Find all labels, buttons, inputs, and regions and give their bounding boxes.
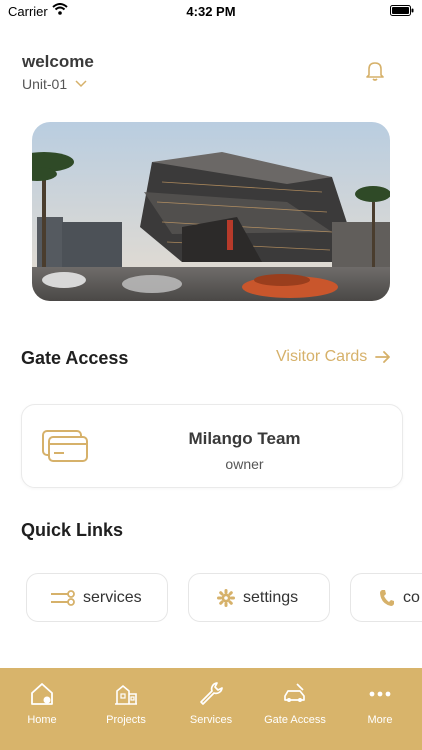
projects-icon [115, 684, 137, 705]
hero-image [32, 122, 390, 301]
nav-more-label: More [367, 714, 393, 726]
visitor-cards-link[interactable]: Visitor Cards [276, 348, 391, 366]
battery-icon [390, 5, 414, 16]
chevron-down-icon [75, 80, 87, 88]
nav-home[interactable]: Home [0, 680, 84, 726]
gate-access-title: Gate Access [21, 348, 129, 368]
arrow-right-icon [375, 351, 391, 363]
visitor-cards-label: Visitor Cards [276, 348, 368, 365]
nav-home-label: Home [27, 714, 57, 726]
quick-link-contact-label: co [403, 588, 420, 606]
tools-icon [51, 589, 75, 606]
quick-link-settings[interactable]: settings [188, 573, 330, 622]
card-holder-name: Milango Team [188, 429, 301, 448]
card-holder-role: owner [225, 456, 264, 472]
quick-link-services[interactable]: services [26, 573, 168, 622]
unit-label: Unit-01 [22, 76, 68, 92]
nav-more[interactable]: More [338, 680, 422, 726]
nav-gate-access[interactable]: Gate Access [253, 680, 337, 726]
quick-link-contact[interactable]: co [350, 573, 422, 622]
gate-access-card[interactable]: Milango Team owner [21, 404, 403, 488]
quick-link-settings-label: settings [243, 588, 299, 606]
more-icon [369, 691, 391, 697]
nav-services[interactable]: Services [169, 680, 253, 726]
welcome-title: welcome [22, 52, 94, 71]
nav-projects-label: Projects [106, 714, 146, 726]
quick-link-services-label: services [83, 588, 142, 606]
gear-icon [217, 588, 235, 607]
phone-icon [380, 589, 394, 606]
wrench-icon [200, 682, 223, 705]
quick-links-title: Quick Links [21, 520, 124, 540]
bell-icon[interactable] [365, 60, 385, 82]
status-time: 4:32 PM [186, 4, 236, 19]
home-icon [31, 683, 53, 705]
nav-services-label: Services [189, 714, 233, 726]
status-bar: Carrier 4:32 PM [0, 0, 422, 24]
unit-selector[interactable]: Unit-01 [22, 76, 87, 92]
car-icon [284, 683, 305, 702]
bottom-nav: Home Projects Services Gate Access More [0, 668, 422, 750]
nav-gate-access-label: Gate Access [264, 714, 326, 726]
nav-projects[interactable]: Projects [84, 680, 168, 726]
